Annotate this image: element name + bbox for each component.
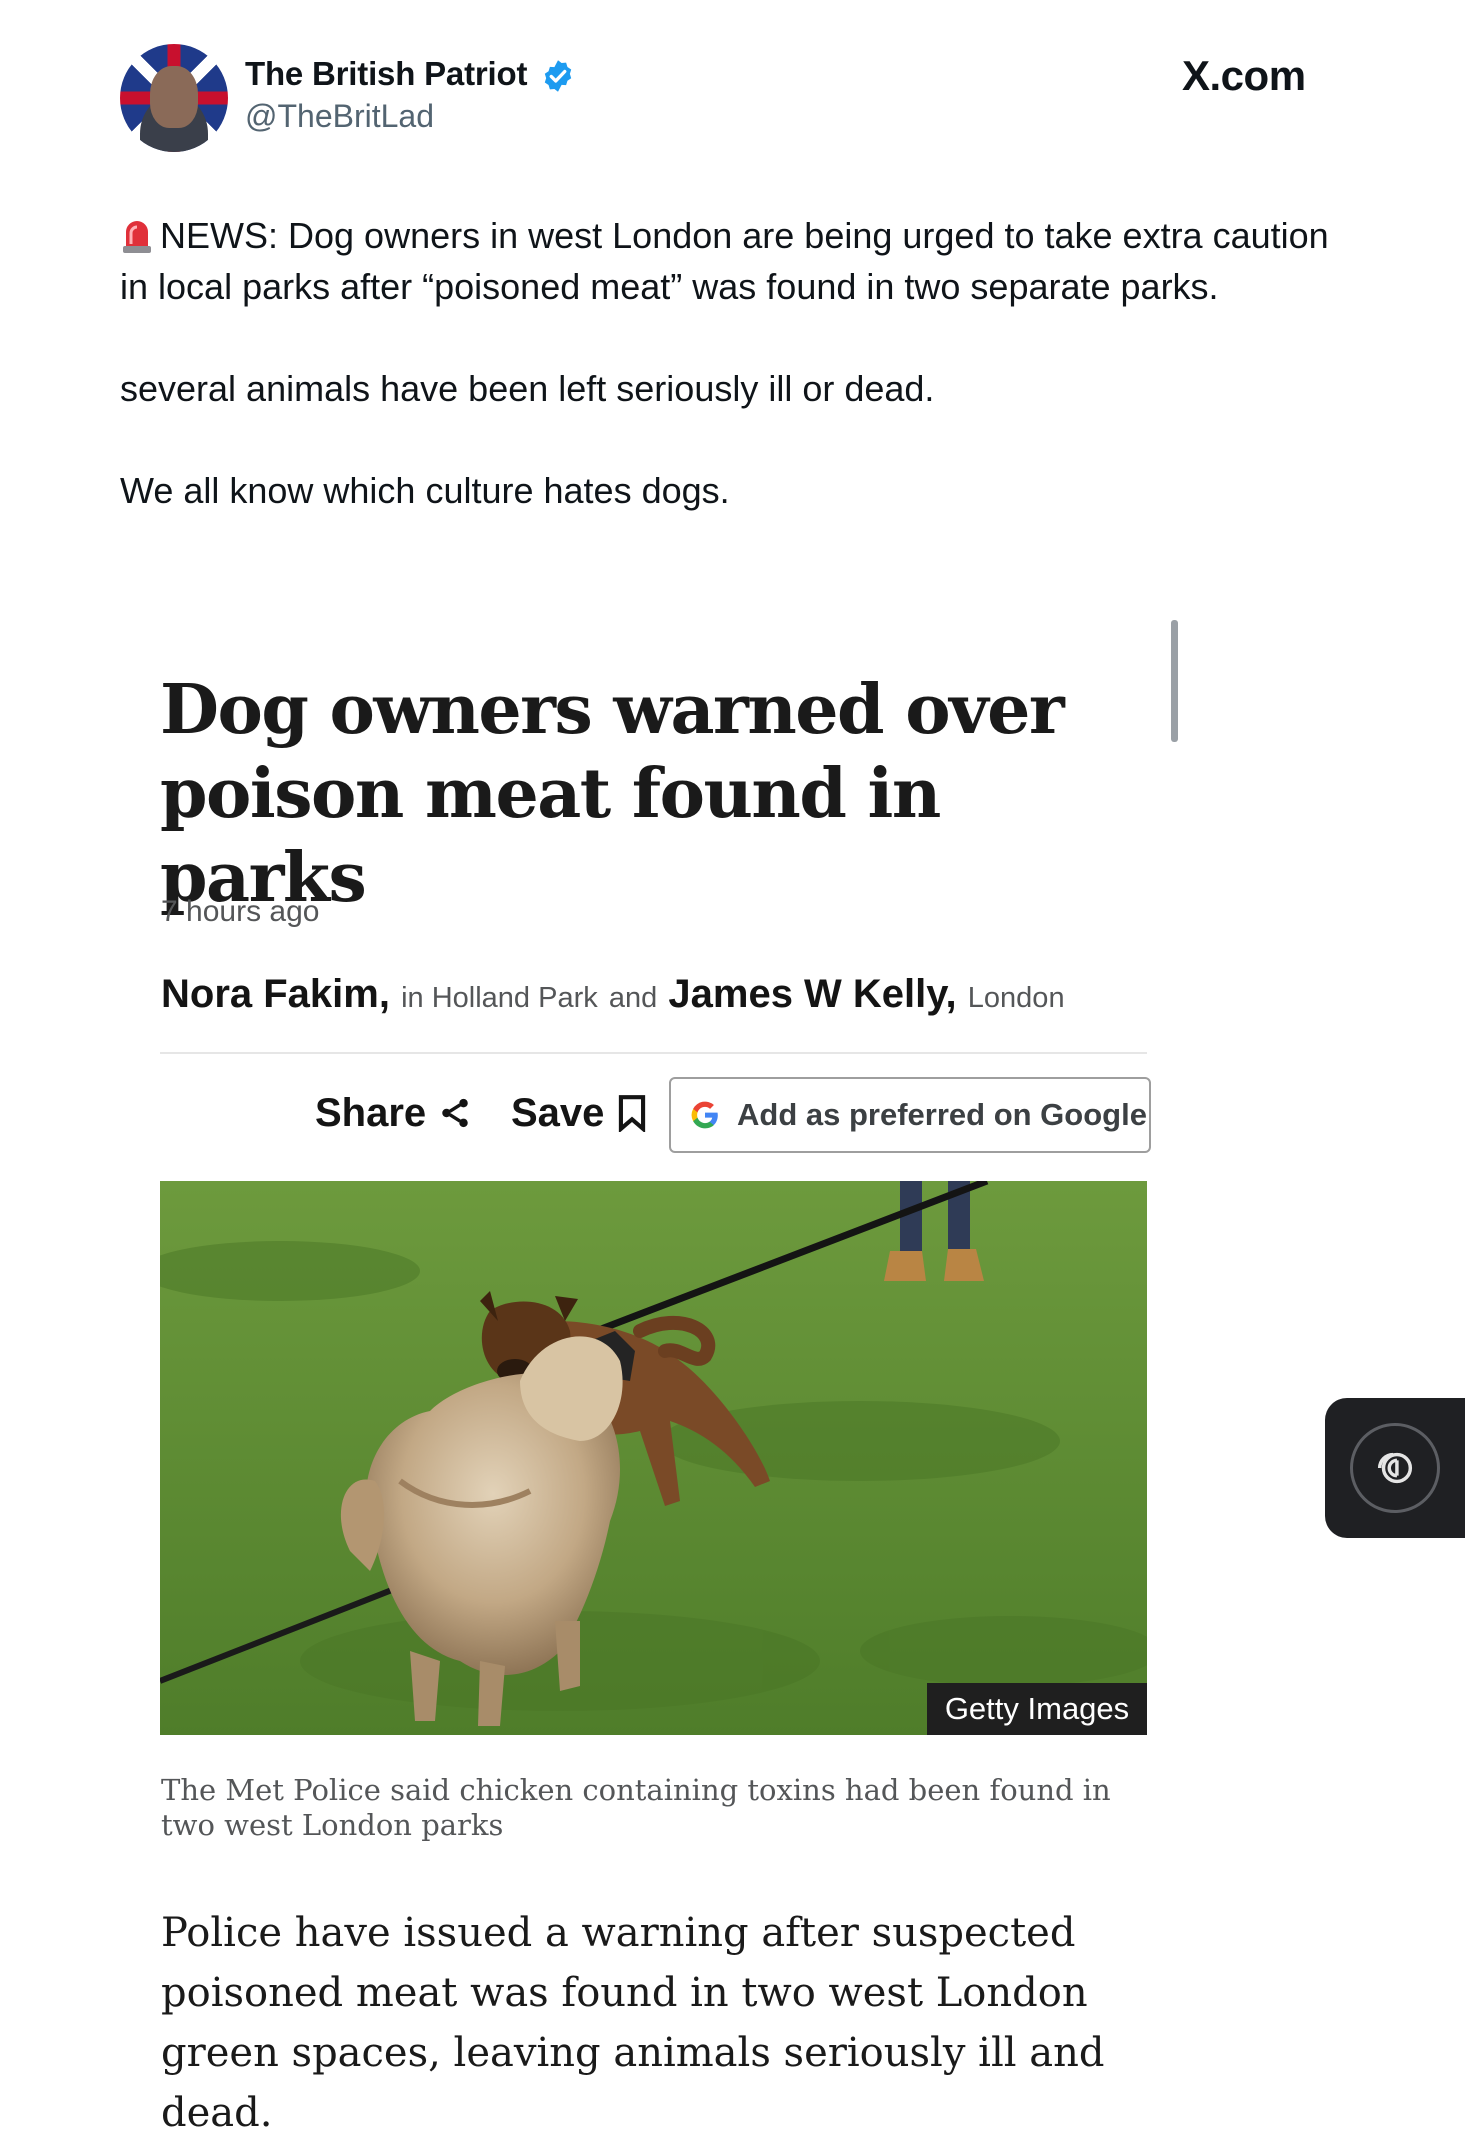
verified-badge-icon	[544, 60, 572, 92]
article-headline: Dog owners warned over poison meat found…	[160, 670, 1065, 918]
image-caption: The Met Police said chicken containing t…	[161, 1773, 1111, 1842]
byline-author-1: Nora Fakim,	[161, 972, 390, 1016]
site-label: X.com	[1182, 52, 1306, 99]
tweet-text: NEWS: Dog owners in west London are bein…	[120, 210, 1350, 516]
byline-location-1: in Holland Park	[401, 982, 598, 1014]
save-label: Save	[511, 1090, 605, 1135]
add-preferred-google-button[interactable]: Add as preferred on Google	[669, 1077, 1151, 1153]
share-label: Share	[315, 1090, 427, 1135]
tweet-paragraph-1: NEWS: Dog owners in west London are bein…	[120, 210, 1350, 312]
divider	[160, 1052, 1147, 1054]
byline-conjunction: and	[608, 982, 658, 1014]
article-lede: Police have issued a warning after suspe…	[161, 1910, 1105, 2136]
google-pref-label: Add as preferred on Google	[737, 1097, 1147, 1132]
share-icon	[442, 1098, 468, 1128]
scroll-indicator	[1171, 620, 1178, 742]
tweet-paragraph-3: We all know which culture hates dogs.	[120, 470, 730, 511]
siren-emoji-icon	[123, 221, 151, 253]
share-button[interactable]: Share	[315, 1088, 472, 1138]
article-byline: Nora Fakim, in Holland Park and James W …	[161, 972, 1065, 1017]
tweet-paragraph-1-text: NEWS: Dog owners in west London are bein…	[120, 215, 1329, 307]
article-timestamp: 7 hours ago	[161, 895, 320, 928]
ai-assistant-button[interactable]	[1325, 1398, 1465, 1538]
google-g-icon	[691, 1101, 718, 1129]
author-name[interactable]: The British Patriot	[245, 55, 527, 93]
author-handle[interactable]: @TheBritLad	[245, 98, 434, 135]
ai-assistant-icon	[1377, 1452, 1413, 1484]
save-button[interactable]: Save	[511, 1088, 648, 1138]
bookmark-icon	[619, 1095, 646, 1132]
image-credit: Getty Images	[927, 1683, 1147, 1735]
avatar[interactable]	[120, 44, 228, 152]
tweet-paragraph-2: several animals have been left seriously…	[120, 368, 935, 409]
byline-location-2: London	[967, 982, 1065, 1014]
article-photo	[160, 1181, 1147, 1735]
byline-author-2: James W Kelly,	[668, 972, 957, 1016]
